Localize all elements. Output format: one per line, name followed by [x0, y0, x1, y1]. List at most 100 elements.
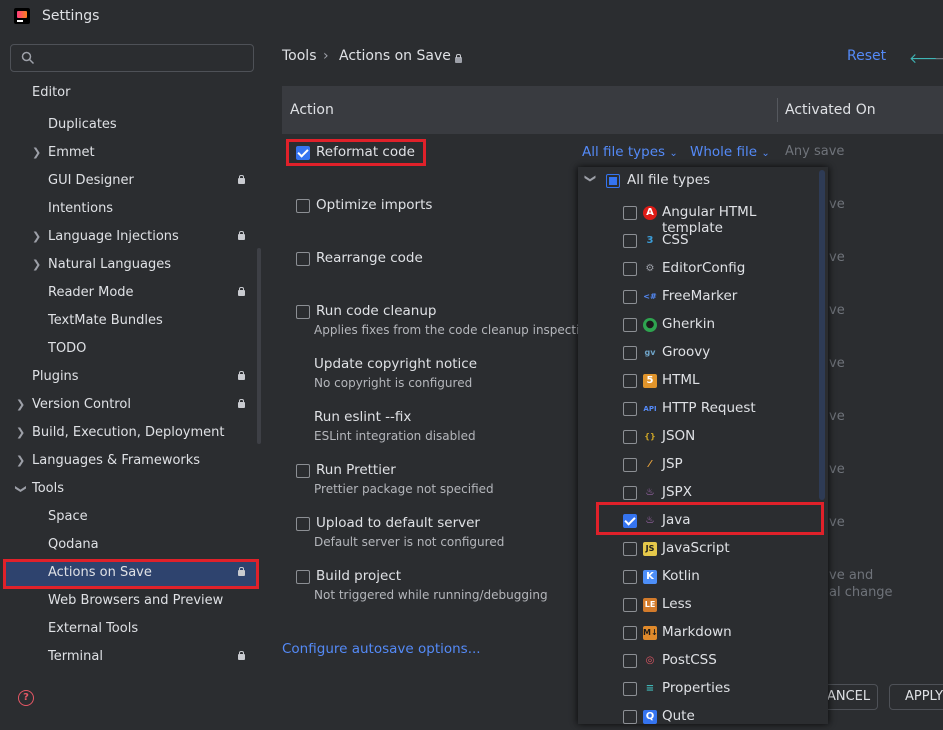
- highlight-box: [286, 139, 426, 166]
- file-type-item[interactable]: API HTTP Request: [620, 396, 820, 422]
- chevron-right-icon[interactable]: ❯: [16, 420, 25, 446]
- breadcrumb-tools[interactable]: Tools: [282, 48, 317, 64]
- file-type-item[interactable]: M↓ Markdown: [620, 620, 820, 646]
- sidebar-item-todo[interactable]: TODO: [48, 336, 86, 362]
- file-type-checkbox[interactable]: [623, 290, 637, 304]
- file-type-checkbox[interactable]: [623, 206, 637, 220]
- file-type-checkbox[interactable]: [623, 318, 637, 332]
- file-type-checkbox[interactable]: [623, 570, 637, 584]
- chevron-right-icon[interactable]: ❯: [32, 224, 41, 250]
- file-type-label: Gherkin: [662, 316, 715, 332]
- sidebar-item-textmate-bundles[interactable]: TextMate Bundles: [48, 308, 163, 334]
- gherkin-icon: ●: [643, 318, 657, 332]
- file-type-item[interactable]: K Kotlin: [620, 564, 820, 590]
- all-file-types-checkbox[interactable]: [606, 174, 620, 188]
- file-type-item[interactable]: LE Less: [620, 592, 820, 618]
- sidebar-item-plugins[interactable]: Plugins: [32, 364, 79, 390]
- action-title: Rearrange code: [316, 250, 423, 266]
- action-title: Optimize imports: [316, 197, 433, 213]
- action-subtitle: Prettier package not specified: [314, 482, 494, 496]
- file-type-item[interactable]: ⚙ EditorConfig: [620, 256, 820, 282]
- file-type-item[interactable]: gv Groovy: [620, 340, 820, 366]
- sidebar-item-gui-designer[interactable]: GUI Designer: [48, 168, 134, 194]
- action-subtitle: No copyright is configured: [314, 376, 473, 390]
- file-type-checkbox[interactable]: [623, 682, 637, 696]
- chevron-down-icon[interactable]: ❯: [584, 174, 597, 183]
- column-header-action[interactable]: Action: [290, 102, 334, 118]
- run-code-cleanup-checkbox[interactable]: [296, 305, 310, 319]
- chevron-down-icon[interactable]: ❯: [8, 484, 34, 493]
- sidebar-item-intentions[interactable]: Intentions: [48, 196, 113, 222]
- file-type-label: FreeMarker: [662, 288, 738, 304]
- chevron-right-icon[interactable]: ❯: [32, 252, 41, 278]
- file-type-item[interactable]: Q Qute: [620, 704, 820, 730]
- sidebar-item-reader-mode[interactable]: Reader Mode: [48, 280, 134, 306]
- file-types-dropdown[interactable]: All file types ⌄: [582, 144, 678, 160]
- upload-default-server-checkbox[interactable]: [296, 517, 310, 531]
- file-type-item[interactable]: 5 HTML: [620, 368, 820, 394]
- file-type-checkbox[interactable]: [623, 458, 637, 472]
- file-type-item[interactable]: ≡ Properties: [620, 676, 820, 702]
- sidebar-scrollbar[interactable]: [257, 248, 261, 444]
- sidebar-item-web-browsers[interactable]: Web Browsers and Preview: [48, 588, 223, 614]
- sidebar-item-external-tools[interactable]: External Tools: [48, 616, 138, 642]
- apply-button[interactable]: APPLY: [889, 684, 943, 710]
- markdown-icon: M↓: [643, 626, 658, 640]
- file-type-label: JSON: [662, 428, 696, 444]
- column-header-activated-on[interactable]: Activated On: [785, 102, 876, 118]
- help-icon[interactable]: ?: [18, 690, 34, 706]
- search-input[interactable]: [41, 48, 250, 70]
- sidebar-item-space[interactable]: Space: [48, 504, 88, 530]
- sidebar-item-label: Emmet: [48, 145, 95, 160]
- file-type-item[interactable]: ● Gherkin: [620, 312, 820, 338]
- chevron-right-icon[interactable]: ❯: [16, 392, 25, 418]
- search-field[interactable]: [10, 44, 254, 72]
- activated-on-value: ve: [829, 197, 845, 212]
- sidebar-item-label: Duplicates: [48, 117, 117, 132]
- sidebar-item-duplicates[interactable]: Duplicates: [48, 112, 117, 138]
- sidebar-item-terminal[interactable]: Terminal: [48, 644, 103, 670]
- chevron-right-icon[interactable]: ❯: [16, 448, 25, 474]
- file-type-checkbox[interactable]: [623, 598, 637, 612]
- file-type-checkbox[interactable]: [623, 234, 637, 248]
- chevron-right-icon[interactable]: ❯: [32, 140, 41, 166]
- file-type-checkbox[interactable]: [623, 262, 637, 276]
- file-type-item[interactable]: <# FreeMarker: [620, 284, 820, 310]
- kotlin-icon: K: [643, 570, 657, 584]
- reset-link[interactable]: Reset: [847, 48, 886, 64]
- rearrange-code-checkbox[interactable]: [296, 252, 310, 266]
- sidebar-item-label: Terminal: [48, 649, 103, 664]
- file-type-item[interactable]: {} JSON: [620, 424, 820, 450]
- sidebar-item-label: Editor: [32, 85, 71, 100]
- file-type-item[interactable]: A Angular HTML template: [620, 200, 820, 236]
- file-type-label: JSP: [662, 456, 683, 472]
- forward-arrow-icon[interactable]: 🡒: [934, 50, 943, 67]
- file-type-item[interactable]: ⁄ JSP: [620, 452, 820, 478]
- file-type-item[interactable]: JS JavaScript: [620, 536, 820, 562]
- lock-icon: [238, 399, 245, 408]
- file-type-checkbox[interactable]: [623, 402, 637, 416]
- run-prettier-checkbox[interactable]: [296, 464, 310, 478]
- file-type-checkbox[interactable]: [623, 346, 637, 360]
- file-type-label: Qute: [662, 708, 695, 724]
- sidebar-item-qodana[interactable]: Qodana: [48, 532, 99, 558]
- file-type-item[interactable]: 3 CSS: [620, 228, 820, 254]
- configure-autosave-link[interactable]: Configure autosave options...: [282, 641, 481, 657]
- file-type-checkbox[interactable]: [623, 486, 637, 500]
- file-type-checkbox[interactable]: [623, 374, 637, 388]
- optimize-imports-checkbox[interactable]: [296, 199, 310, 213]
- css-icon: 3: [646, 235, 654, 246]
- file-type-checkbox[interactable]: [623, 430, 637, 444]
- file-type-checkbox[interactable]: [623, 542, 637, 556]
- build-project-checkbox[interactable]: [296, 570, 310, 584]
- file-type-item[interactable]: ◎ PostCSS: [620, 648, 820, 674]
- file-type-label: JavaScript: [662, 540, 730, 556]
- sidebar-item-editor[interactable]: Editor: [32, 80, 70, 106]
- angular-icon: A: [643, 206, 657, 220]
- search-icon: [21, 51, 35, 65]
- file-type-checkbox[interactable]: [623, 626, 637, 640]
- file-type-checkbox[interactable]: [623, 654, 637, 668]
- file-type-checkbox[interactable]: [623, 710, 637, 724]
- scope-dropdown[interactable]: Whole file ⌄: [690, 144, 770, 160]
- title-bar: [0, 0, 943, 32]
